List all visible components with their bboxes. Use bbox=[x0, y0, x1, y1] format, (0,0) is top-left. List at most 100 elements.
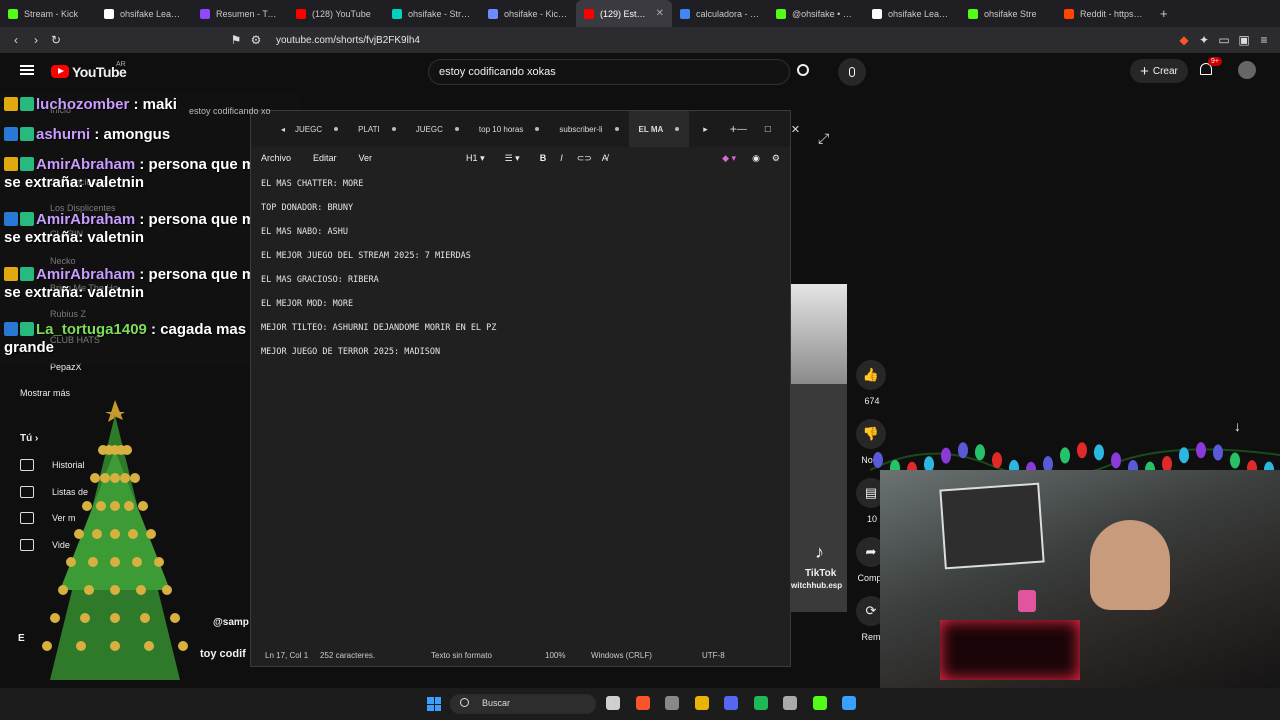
chat-badge-icon bbox=[20, 157, 34, 171]
forward-icon[interactable]: › bbox=[26, 33, 46, 47]
ornament bbox=[76, 641, 86, 651]
notepad-tab[interactable]: PLATI bbox=[348, 125, 406, 134]
menu-editar[interactable]: Editar bbox=[313, 153, 337, 163]
tab-scroll-right-icon[interactable]: ▸ bbox=[703, 124, 708, 135]
new-tab-button[interactable]: + bbox=[1160, 6, 1168, 21]
ornament bbox=[120, 473, 130, 483]
plus-icon: + bbox=[1140, 62, 1149, 80]
kick-taskbar-icon[interactable] bbox=[812, 696, 827, 710]
explorer-taskbar-icon[interactable] bbox=[694, 696, 709, 710]
notepad-line: EL MEJOR MOD: MORE bbox=[261, 299, 354, 309]
extensions-icon[interactable]: ✦ bbox=[1194, 33, 1214, 47]
link-icon[interactable]: ⊂⊃ bbox=[577, 153, 592, 164]
tab-favicon-icon bbox=[8, 8, 18, 19]
notepad-line: MEJOR JUEGO DE TERROR 2025: MADISON bbox=[261, 347, 441, 357]
menu-icon[interactable]: ≡ bbox=[1254, 33, 1274, 47]
url-field[interactable]: youtube.com/shorts/fvjB2FK9lh4 bbox=[276, 35, 420, 46]
expand-icon[interactable]: ⤢ bbox=[818, 130, 829, 147]
tiktok-logo-icon: ♪ bbox=[815, 542, 824, 562]
heading-dropdown[interactable]: H1 ▾ bbox=[466, 153, 485, 164]
back-icon[interactable]: ‹ bbox=[6, 33, 26, 47]
sidebar-toggle-icon[interactable]: ▭ bbox=[1214, 33, 1234, 47]
unsaved-dot-icon bbox=[535, 127, 540, 131]
ornament bbox=[146, 529, 156, 539]
chat-username: La_tortuga1409 bbox=[36, 321, 147, 338]
account-icon[interactable]: ◉ bbox=[752, 153, 760, 164]
unsaved-dot-icon bbox=[675, 127, 680, 131]
ornament bbox=[130, 473, 140, 483]
settings-taskbar-icon[interactable] bbox=[665, 696, 679, 710]
tab-label: @ohsifake • 2025 bbox=[792, 8, 856, 19]
app-taskbar-icon[interactable] bbox=[783, 696, 797, 710]
menu-ver[interactable]: Ver bbox=[359, 153, 373, 163]
clear-format-icon[interactable]: A̸ bbox=[602, 153, 608, 163]
webcam-feed bbox=[880, 470, 1280, 690]
ornament bbox=[154, 557, 164, 567]
notepad-text-area[interactable]: EL MAS CHATTER: MORE TOP DONADOR: BRUNY EL… bbox=[251, 169, 790, 381]
create-button[interactable]: + Crear bbox=[1130, 59, 1188, 83]
notepad-tab[interactable]: EL MA bbox=[628, 111, 690, 147]
taskbar-search-input[interactable]: Buscar bbox=[450, 694, 596, 714]
voice-search-button[interactable] bbox=[838, 58, 866, 86]
browser-tab[interactable]: calculadora - Bus bbox=[672, 0, 768, 27]
close-icon[interactable]: ✕ bbox=[791, 123, 800, 136]
webcam-poster bbox=[939, 482, 1045, 570]
site-info-icon[interactable]: ⚙ bbox=[246, 33, 266, 47]
youtube-logo-icon[interactable] bbox=[51, 65, 69, 78]
brave-taskbar-icon[interactable] bbox=[635, 696, 650, 710]
browser-tab[interactable]: @ohsifake • 2025 bbox=[768, 0, 864, 27]
wallet-icon[interactable]: ▣ bbox=[1234, 33, 1254, 47]
browser-tab[interactable]: (128) YouTube bbox=[288, 0, 384, 27]
notepad-tab[interactable]: JUEGC bbox=[285, 125, 348, 134]
notifications-button[interactable]: 9+ bbox=[1200, 57, 1222, 79]
notepad-tab[interactable]: JUEGC bbox=[406, 125, 469, 134]
browser-tab[interactable]: ohsifake Stre bbox=[960, 0, 1056, 27]
minimize-icon[interactable]: — bbox=[737, 124, 747, 135]
browser-tab[interactable]: Resumen - Twitch bbox=[192, 0, 288, 27]
tab-label: ohsifake - Stream bbox=[408, 8, 472, 19]
search-input[interactable] bbox=[428, 59, 790, 85]
short-video-player[interactable]: ♪ TikTok witchhub.esp bbox=[791, 284, 847, 612]
list-dropdown-icon[interactable]: ☰ ▾ bbox=[505, 153, 520, 164]
taskbar-search-label: Buscar bbox=[482, 698, 511, 708]
spotify-taskbar-icon[interactable] bbox=[753, 696, 768, 710]
browser-tab[interactable]: ohsifake - Kick St bbox=[480, 0, 576, 27]
ornament bbox=[162, 585, 172, 595]
channel-handle[interactable]: @samp bbox=[213, 617, 249, 628]
light-bulb bbox=[992, 452, 1002, 469]
menu-archivo[interactable]: Archivo bbox=[261, 153, 291, 163]
avatar[interactable] bbox=[1238, 61, 1256, 79]
browser-tab[interactable]: ohsifake Leaderb bbox=[96, 0, 192, 27]
tab-favicon-icon bbox=[200, 8, 210, 19]
tab-label: calculadora - Bus bbox=[696, 8, 760, 19]
bookmark-icon[interactable]: ⚑ bbox=[226, 33, 246, 47]
chat-username: luchozomber bbox=[36, 96, 130, 113]
italic-icon[interactable]: I bbox=[560, 153, 563, 163]
browser-tab[interactable]: ohsifake - Stream bbox=[384, 0, 480, 27]
task-view-icon[interactable] bbox=[606, 696, 620, 710]
tiktok-label: TikTok bbox=[805, 568, 837, 579]
brave-shield-icon[interactable]: ◆ bbox=[1174, 33, 1194, 47]
notepad-menu-bar: Archivo Editar Ver H1 ▾ ☰ ▾ B I ⊂⊃ A̸ ◆ … bbox=[251, 147, 790, 169]
tab-close-icon[interactable]: ✕ bbox=[656, 8, 664, 19]
reload-icon[interactable]: ↻ bbox=[46, 33, 66, 47]
browser-tab[interactable]: Stream - Kick bbox=[0, 0, 96, 27]
browser-tab[interactable]: ohsifake Leaderb bbox=[864, 0, 960, 27]
settings-gear-icon[interactable]: ⚙ bbox=[772, 153, 780, 164]
short-action[interactable]: 👍 674 bbox=[856, 360, 888, 406]
notepad-tab[interactable]: subscriber-li bbox=[549, 125, 628, 134]
discord-taskbar-icon[interactable] bbox=[724, 696, 738, 710]
notepad-tab[interactable]: top 10 horas bbox=[469, 125, 549, 134]
ornament bbox=[178, 641, 188, 651]
bold-icon[interactable]: B bbox=[540, 153, 547, 163]
search-button[interactable] bbox=[795, 62, 817, 82]
start-button[interactable] bbox=[427, 697, 441, 711]
copilot-icon[interactable]: ◆ ▾ bbox=[722, 153, 736, 164]
new-tab-button[interactable]: + bbox=[730, 122, 737, 136]
notepad-taskbar-icon[interactable] bbox=[842, 696, 856, 710]
browser-tab[interactable]: (129) Estoy c ✕ bbox=[576, 0, 672, 27]
like-icon[interactable]: 👍 bbox=[856, 360, 886, 390]
browser-tab[interactable]: Reddit - https://p bbox=[1056, 0, 1152, 27]
maximize-icon[interactable]: □ bbox=[765, 124, 771, 135]
hamburger-menu-icon[interactable] bbox=[20, 65, 34, 75]
